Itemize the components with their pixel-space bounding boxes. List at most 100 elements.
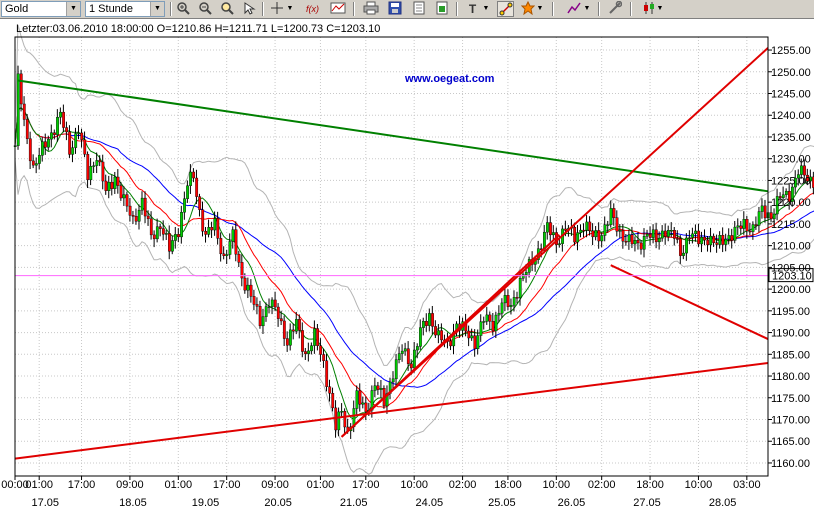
candle-body [588, 221, 592, 232]
chevron-down-icon[interactable]: ▼ [536, 1, 544, 17]
save-icon[interactable] [386, 1, 403, 17]
candle-body [213, 218, 217, 231]
candles-icon[interactable] [640, 1, 657, 17]
x-time-label: 01:00 [165, 479, 193, 491]
candle-body [92, 165, 96, 167]
candle-body [19, 73, 23, 105]
candle-body [62, 111, 65, 128]
crosshair-icon[interactable] [268, 1, 285, 17]
trendline [14, 361, 769, 460]
candle-body [210, 227, 214, 231]
line-tool-icon[interactable] [497, 1, 514, 17]
candle-body [152, 234, 156, 240]
zoom-out-icon[interactable] [196, 1, 213, 17]
candle-body [331, 393, 335, 409]
marker-icon[interactable] [519, 0, 536, 17]
zoom-in-icon[interactable] [174, 1, 191, 17]
candle-body [65, 127, 69, 133]
candle-body [292, 329, 295, 332]
candle-body [503, 295, 507, 304]
candle-body [86, 154, 90, 181]
candle-body [803, 165, 806, 176]
y-tick-label: 1230.00 [771, 154, 811, 166]
candle-body [119, 185, 123, 199]
timeframe-select[interactable]: 1 Stunde ▼ [85, 1, 165, 17]
y-tick-label: 1250.00 [771, 67, 811, 79]
candle-body [546, 222, 549, 233]
function-icon[interactable]: f(x) [304, 1, 321, 17]
candle-body [745, 219, 749, 232]
x-date-label: 27.05 [633, 497, 661, 509]
candle-body [654, 229, 658, 243]
settings-icon[interactable] [606, 0, 623, 17]
candle-body [219, 238, 223, 255]
candle-body [642, 236, 646, 250]
candle-body [627, 234, 631, 242]
candle-body [403, 348, 407, 352]
x-date-label: 20.05 [264, 497, 292, 509]
candle-body [258, 306, 262, 327]
candle-body [177, 234, 180, 238]
pointer-icon[interactable] [240, 1, 257, 17]
candle-body [591, 230, 595, 238]
candle-body [437, 330, 440, 336]
toolbar-separator [456, 2, 458, 16]
candle-body [412, 349, 416, 369]
candle-body [688, 237, 691, 239]
print-icon[interactable] [362, 1, 379, 17]
candle-body [168, 233, 171, 252]
candle-body [361, 402, 365, 405]
save-as-icon[interactable] [410, 1, 427, 17]
price-chart: 1203.10 1160.001165.001170.001175.001180… [1, 23, 814, 509]
candle-body [313, 328, 316, 346]
candle-body [373, 385, 377, 391]
chevron-down-icon[interactable]: ▼ [150, 2, 164, 16]
candle-body [485, 314, 489, 322]
text-icon[interactable]: T [464, 1, 481, 17]
candle-body [558, 243, 561, 245]
candle-body [606, 224, 610, 226]
candle-body [488, 314, 492, 322]
chevron-down-icon[interactable]: ▼ [656, 1, 664, 17]
candle-body [225, 254, 229, 256]
candle-body [724, 238, 728, 245]
candle-body [600, 235, 604, 242]
candle-body [431, 313, 434, 327]
candle-body [98, 160, 102, 163]
chevron-down-icon[interactable]: ▼ [66, 2, 80, 16]
candle-body [158, 226, 162, 229]
candle-body [470, 335, 474, 339]
indicator-icon[interactable] [329, 1, 346, 17]
candle-body [440, 330, 443, 341]
candle-body [328, 386, 332, 394]
candle-body [582, 229, 586, 232]
candle-body [500, 302, 504, 314]
candle-body [673, 230, 676, 239]
candle-body [425, 321, 428, 326]
drawing-icon[interactable] [565, 1, 582, 17]
candle-body [122, 194, 126, 199]
candle-body [231, 229, 235, 242]
candle-body [107, 181, 111, 191]
candle-body [685, 237, 688, 254]
candle-body [59, 111, 62, 118]
x-time-label: 10:00 [400, 479, 428, 491]
candle-body [476, 335, 480, 349]
x-time-label: 17:00 [352, 479, 380, 491]
chevron-down-icon[interactable]: ▼ [583, 1, 591, 17]
chevron-down-icon[interactable]: ▼ [286, 1, 294, 17]
candle-body [252, 296, 256, 305]
zoom-fit-icon[interactable] [218, 1, 235, 17]
candle-body [518, 278, 522, 298]
candle-body [376, 385, 380, 390]
chevron-down-icon[interactable]: ▼ [482, 1, 490, 17]
candle-body [497, 313, 501, 316]
candle-body [394, 359, 398, 380]
candle-body [16, 73, 20, 146]
instrument-select[interactable]: Gold ▼ [1, 1, 81, 17]
x-time-label: 01:00 [307, 479, 335, 491]
candle-body [161, 228, 165, 235]
candle-body [727, 235, 731, 240]
candle-body [406, 348, 410, 364]
export-icon[interactable] [433, 1, 450, 17]
